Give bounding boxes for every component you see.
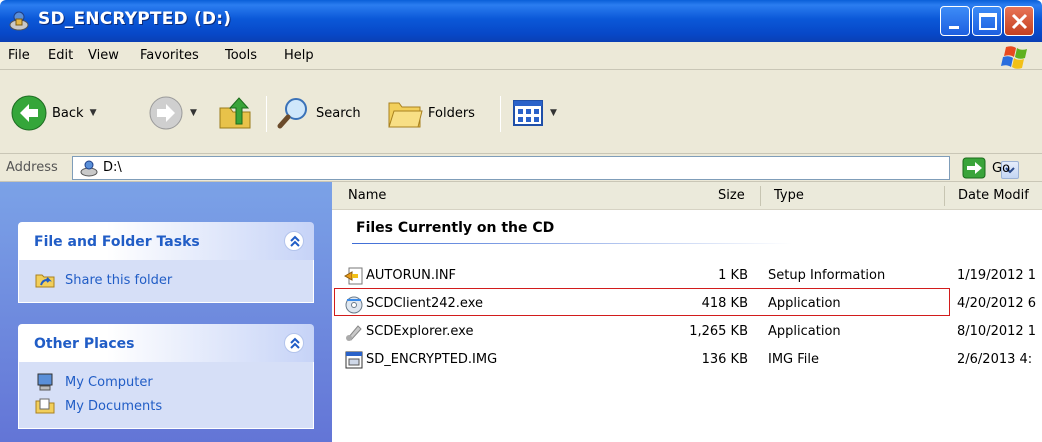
back-button[interactable]: Back ▼ <box>10 88 96 138</box>
file-size: 1,265 KB <box>689 324 748 339</box>
file-date: 4/20/2012 6 <box>957 296 1037 311</box>
column-header: Name Size Type Date Modif <box>332 182 1042 210</box>
file-type: IMG File <box>768 352 820 367</box>
panel-title: File and Folder Tasks <box>34 234 200 250</box>
collapse-button[interactable] <box>284 333 304 353</box>
close-button[interactable] <box>1004 6 1034 36</box>
forward-arrow-icon <box>149 96 183 130</box>
views-button[interactable]: ▼ <box>512 88 557 138</box>
maximize-icon <box>979 13 997 30</box>
file-folder-tasks-panel: File and Folder Tasks Share this folder <box>18 222 314 303</box>
window-title: SD_ENCRYPTED (D:) <box>38 9 232 29</box>
my-computer-label: My Computer <box>65 374 153 390</box>
selection-highlight-box <box>334 288 950 316</box>
file-type: Application <box>768 324 841 339</box>
menu-bar: File Edit View Favorites Tools Help <box>0 42 1042 70</box>
back-label: Back <box>52 105 84 121</box>
file-row[interactable]: SD_ENCRYPTED.IMG 136 KB IMG File 2/6/201… <box>340 346 1042 374</box>
file-folder-tasks-body: Share this folder <box>18 260 314 303</box>
menu-file[interactable]: File <box>8 48 30 63</box>
maximize-button[interactable] <box>972 6 1002 36</box>
folders-button[interactable]: Folders <box>386 88 475 138</box>
my-documents-link[interactable]: My Documents <box>19 394 313 418</box>
folders-icon <box>388 102 423 128</box>
search-label: Search <box>316 105 361 121</box>
drive-icon <box>80 160 98 177</box>
close-icon <box>1011 13 1028 30</box>
file-name: SD_ENCRYPTED.IMG <box>366 352 498 367</box>
chevron-up-double-icon <box>290 235 300 247</box>
back-arrow-icon <box>11 95 47 131</box>
windows-logo-icon <box>1001 46 1027 69</box>
menu-tools[interactable]: Tools <box>225 48 257 63</box>
other-places-panel: Other Places My Computer My Documents <box>18 324 314 429</box>
search-button[interactable]: Search <box>276 88 361 138</box>
address-value: D:\ <box>103 160 122 175</box>
back-dropdown-icon[interactable]: ▼ <box>90 108 97 118</box>
my-documents-label: My Documents <box>65 398 163 414</box>
share-folder-icon <box>35 274 55 288</box>
forward-dropdown-icon[interactable]: ▼ <box>190 108 197 118</box>
views-dropdown-icon[interactable]: ▼ <box>550 108 557 118</box>
up-folder-icon <box>219 97 251 129</box>
file-name: SCDExplorer.exe <box>366 324 474 339</box>
panel-title: Other Places <box>34 336 135 352</box>
go-label: Go <box>992 160 1011 176</box>
address-label: Address <box>6 160 58 175</box>
address-input[interactable]: D:\ <box>72 156 1019 180</box>
computer-icon <box>37 373 53 391</box>
menu-favorites[interactable]: Favorites <box>140 48 199 63</box>
other-places-header[interactable]: Other Places <box>18 324 314 362</box>
share-folder-link[interactable]: Share this folder <box>19 268 313 292</box>
setup-info-icon <box>344 267 363 285</box>
file-date: 8/10/2012 1 <box>957 324 1037 339</box>
column-date-modified[interactable]: Date Modif <box>958 188 1029 203</box>
column-size[interactable]: Size <box>718 188 745 203</box>
chevron-up-double-icon <box>290 337 300 349</box>
folders-label: Folders <box>428 105 475 121</box>
go-arrow-icon <box>962 157 986 179</box>
views-icon <box>513 100 543 126</box>
menu-help[interactable]: Help <box>284 48 314 63</box>
forward-button[interactable]: ▼ <box>148 88 197 138</box>
menu-edit[interactable]: Edit <box>48 48 73 63</box>
img-file-icon <box>345 351 363 369</box>
documents-folder-icon <box>35 398 55 414</box>
collapse-button[interactable] <box>284 231 304 251</box>
column-name[interactable]: Name <box>348 188 386 203</box>
toolbar: Back ▼ ▼ Search Folders ▼ <box>0 70 1042 154</box>
group-title: Files Currently on the CD <box>356 220 555 236</box>
task-pane: File and Folder Tasks Share this folder … <box>0 182 332 442</box>
column-type[interactable]: Type <box>774 188 804 203</box>
file-date: 2/6/2013 4: <box>957 352 1033 367</box>
search-icon <box>277 98 307 129</box>
app-generic-icon <box>346 325 362 341</box>
address-bar: Address D:\ Go <box>0 154 1042 182</box>
title-bar: SD_ENCRYPTED (D:) <box>0 0 1042 42</box>
minimize-icon <box>949 26 959 29</box>
file-size: 1 KB <box>718 268 748 283</box>
file-name: AUTORUN.INF <box>366 268 457 283</box>
go-button[interactable]: Go <box>962 156 1010 180</box>
share-folder-label: Share this folder <box>65 272 173 288</box>
file-row[interactable]: AUTORUN.INF 1 KB Setup Information 1/19/… <box>340 262 1042 290</box>
my-computer-link[interactable]: My Computer <box>19 370 313 394</box>
menu-view[interactable]: View <box>88 48 119 63</box>
group-divider <box>352 243 792 244</box>
other-places-body: My Computer My Documents <box>18 362 314 429</box>
minimize-button[interactable] <box>940 6 970 36</box>
file-folder-tasks-header[interactable]: File and Folder Tasks <box>18 222 314 260</box>
file-size: 136 KB <box>701 352 748 367</box>
file-date: 1/19/2012 1 <box>957 268 1037 283</box>
file-row[interactable]: SCDExplorer.exe 1,265 KB Application 8/1… <box>340 318 1042 346</box>
up-folder-button[interactable] <box>216 88 254 138</box>
file-type: Setup Information <box>768 268 886 283</box>
drive-icon <box>9 11 29 31</box>
